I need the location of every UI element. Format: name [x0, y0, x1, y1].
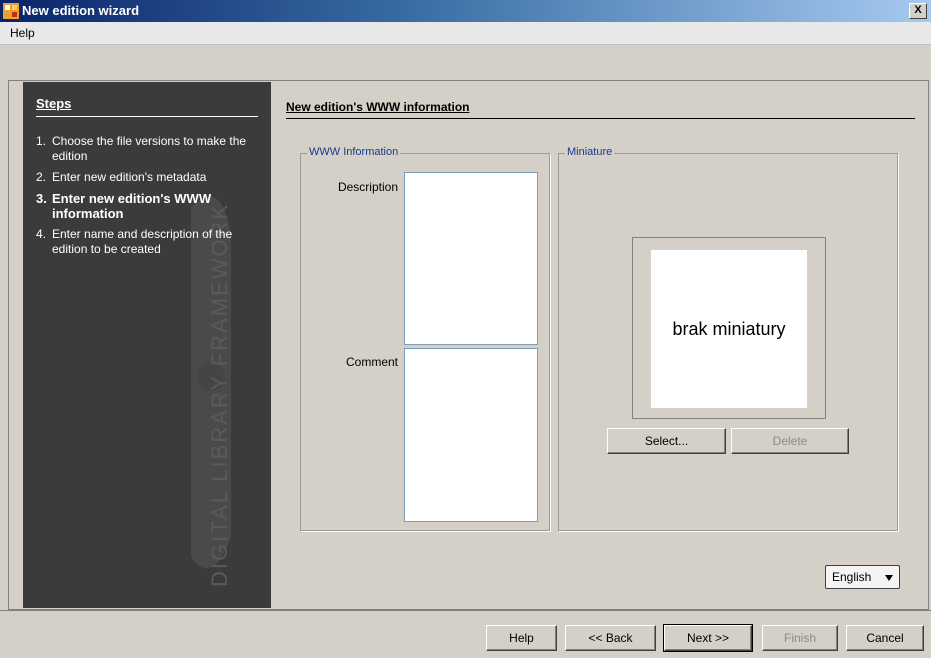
close-icon: X [914, 4, 922, 16]
menu-bar: Help [0, 22, 931, 45]
help-button-label: Help [509, 631, 534, 645]
cancel-button-label: Cancel [866, 631, 904, 645]
finish-button[interactable]: Finish [762, 625, 838, 651]
step-label: Choose the file versions to make the edi… [52, 134, 247, 163]
steps-divider [36, 116, 258, 117]
next-button-label: Next >> [686, 631, 730, 645]
step-label: Enter new edition's WWW information [52, 191, 212, 221]
page-title: New edition's WWW information [286, 100, 470, 114]
step-number: 4. [36, 227, 47, 241]
menu-help[interactable]: Help [10, 26, 35, 40]
footer-divider [0, 610, 931, 611]
step-number: 3. [36, 191, 47, 206]
comment-label: Comment [345, 355, 398, 369]
miniature-legend: Miniature [565, 146, 615, 158]
steps-title: Steps [36, 96, 72, 111]
comment-textarea[interactable] [404, 348, 538, 522]
title-bar: New edition wizard X [0, 0, 931, 22]
step-3-active: 3. Enter new edition's WWW information [36, 191, 261, 221]
language-select[interactable]: English [825, 565, 900, 589]
step-number: 2. [36, 170, 47, 184]
steps-list: 1. Choose the file versions to make the … [36, 134, 261, 263]
chevron-down-icon [885, 575, 893, 581]
next-button[interactable]: Next >> [663, 624, 753, 652]
step-4: 4. Enter name and description of the edi… [36, 227, 261, 257]
help-button[interactable]: Help [486, 625, 557, 651]
www-information-legend: WWW Information [307, 146, 401, 158]
select-miniature-button[interactable]: Select... [607, 428, 726, 454]
step-1: 1. Choose the file versions to make the … [36, 134, 261, 164]
miniature-placeholder: brak miniatury [651, 250, 807, 408]
delete-miniature-button[interactable]: Delete [731, 428, 849, 454]
steps-sidebar: DIGITAL LIBRARY FRAMEWORK Steps 1. Choos… [23, 82, 271, 608]
back-button-label: << Back [588, 631, 633, 645]
back-button[interactable]: << Back [565, 625, 656, 651]
title-divider [286, 118, 915, 119]
description-textarea[interactable] [404, 172, 538, 345]
app-icon [3, 3, 19, 19]
miniature-frame: brak miniatury [632, 237, 826, 419]
step-label: Enter name and description of the editio… [52, 227, 233, 256]
cancel-button[interactable]: Cancel [846, 625, 924, 651]
close-button[interactable]: X [909, 3, 927, 19]
language-selected: English [832, 570, 872, 584]
finish-button-label: Finish [783, 631, 816, 645]
step-number: 1. [36, 134, 47, 148]
window-title: New edition wizard [22, 3, 140, 18]
description-label: Description [337, 180, 398, 194]
step-label: Enter new edition's metadata [52, 170, 207, 184]
step-2: 2. Enter new edition's metadata [36, 170, 261, 185]
